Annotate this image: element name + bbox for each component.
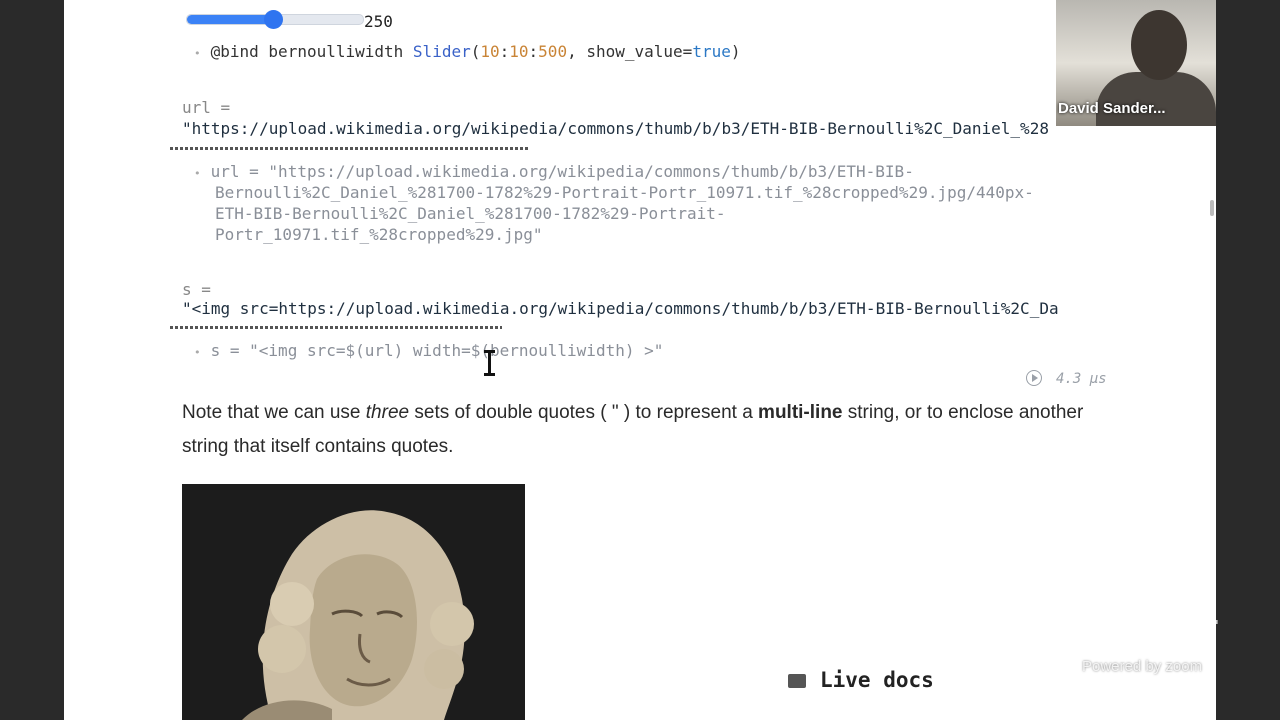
url-output-value: "https://upload.wikimedia.org/wikipedia/… [182,119,1049,138]
slider-thumb[interactable] [264,10,284,29]
notebook-page: 250 • @bind bernoulliwidth Slider(10:10:5… [64,0,1216,720]
scrollbar-thumb[interactable] [1210,200,1214,216]
true-literal: true [692,42,731,61]
s-output-name: s = [182,280,211,299]
mit-logo-icon: MIT [1158,612,1218,653]
s-output-value: "<img src=https://upload.wikimedia.org/w… [182,299,1059,318]
cell-runtime: 4.3 μs [1056,371,1107,387]
url-code-line-4: Portr_10971.tif_%28cropped%29.jpg" [215,225,543,244]
s-cell-code[interactable]: • s = "<img src=$(url) width=$(bernoulliw… [194,340,663,363]
slider-value: 250 [364,12,393,31]
prose-text-1: Note that we can use [182,402,366,423]
range-start: 10 [480,42,500,61]
cell-bullet-icon: • [194,167,201,180]
range-end: 500 [538,42,568,61]
book-icon [788,674,806,688]
show-value-kwarg: , show_value= [567,42,693,61]
cell-bullet-icon: • [194,47,201,60]
bernoulli-portrait-image [182,484,525,720]
powered-by-zoom: Powered by zoom [1082,658,1203,675]
presenter-head [1131,10,1187,80]
slider-function: Slider [412,42,471,61]
prose-text-2: sets of double quotes ( " ) to represent… [409,402,759,423]
left-frame [0,0,64,720]
url-code-line-1: url = "https://upload.wikimedia.org/wiki… [210,162,914,181]
portrait-illustration [182,484,525,720]
bernoulliwidth-slider[interactable] [186,10,364,29]
bind-macro: @bind [210,42,269,61]
colon-1: : [499,42,510,61]
zoom-watermark: MIT Powered by zoom [1082,612,1232,682]
presenter-body [1096,72,1216,126]
url-output-name: url = [182,98,231,117]
text-cursor-icon [484,350,495,376]
range-step: 10 [509,42,529,61]
colon-2: : [528,42,539,61]
participant-name: David Sander... [1058,100,1166,117]
s-output-divider [170,326,502,329]
prose-strong: multi-line [758,402,843,423]
url-output-divider [170,147,530,150]
run-cell-icon[interactable] [1026,370,1042,386]
markdown-note: Note that we can use three sets of doubl… [182,396,1102,464]
live-docs-label: Live docs [820,668,934,692]
url-code-line-3: ETH-BIB-Bernoulli%2C_Daniel_%281700-1782… [215,204,726,223]
webcam-tile[interactable]: David Sander... [1056,0,1216,126]
live-docs-button[interactable]: Live docs [788,668,934,692]
slider-fill [187,15,274,24]
prose-emphasis: three [365,402,410,423]
s-code-text: s = "<img src=$(url) width=$(bernoulliwi… [210,341,664,360]
url-cell-code[interactable]: • url = "https://upload.wikimedia.org/wik… [194,161,914,184]
url-code-line-2: Bernoulli%2C_Daniel_%281700-1782%29-Port… [215,183,1034,202]
bind-variable: bernoulliwidth [268,42,413,61]
bind-cell-code[interactable]: • @bind bernoulliwidth Slider(10:10:500, … [194,42,740,61]
paren-close: ) [730,42,741,61]
paren-open: ( [470,42,481,61]
cell-bullet-icon: • [194,346,201,359]
